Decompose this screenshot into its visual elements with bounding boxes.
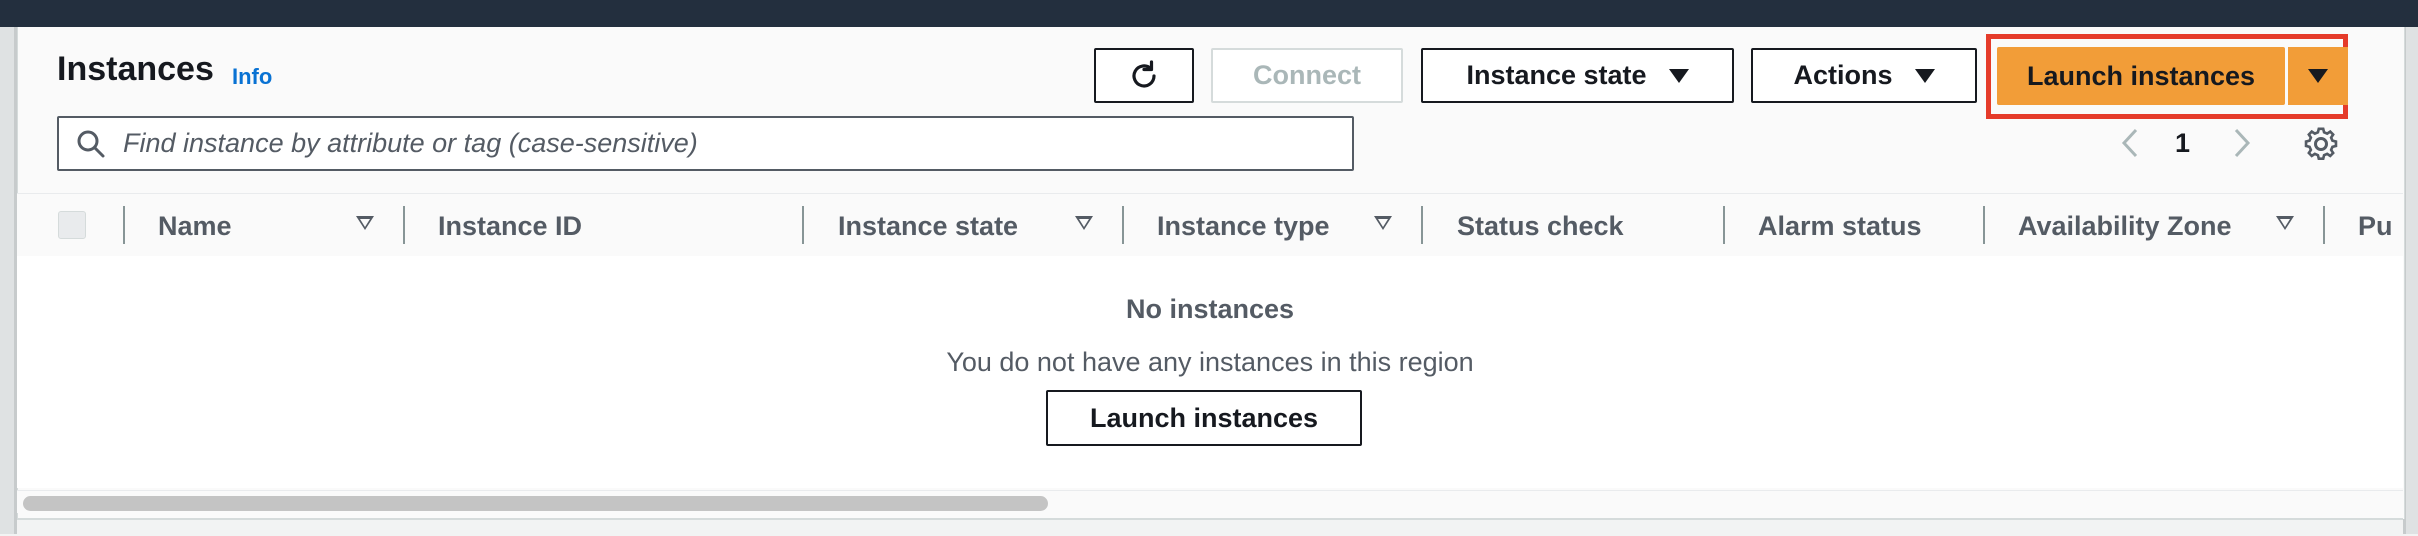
chevron-left-icon[interactable]: [2115, 126, 2145, 160]
column-separator[interactable]: [403, 206, 405, 244]
right-side-rail: [2403, 27, 2418, 534]
instance-state-label: Instance state: [1466, 60, 1647, 90]
column-separator[interactable]: [802, 206, 804, 244]
panel-bottom-edge: [17, 518, 2403, 536]
actions-label: Actions: [1793, 60, 1893, 90]
sort-down-icon[interactable]: [2276, 216, 2294, 230]
empty-launch-label: Launch instances: [1089, 402, 1319, 433]
horizontal-scroll-thumb[interactable]: [23, 496, 1048, 511]
sort-down-icon[interactable]: [1374, 216, 1392, 230]
column-separator[interactable]: [2323, 206, 2325, 244]
column-header-instance-state[interactable]: Instance state: [838, 211, 1018, 242]
column-header-availability-zone[interactable]: Availability Zone: [2018, 211, 2232, 242]
current-page-number[interactable]: 1: [2175, 128, 2190, 159]
instance-search[interactable]: [57, 116, 1354, 171]
console-top-bar: [0, 0, 2418, 27]
empty-launch-instances-button[interactable]: Launch instances: [1046, 390, 1362, 446]
actions-dropdown[interactable]: Actions: [1751, 48, 1977, 103]
table-header: Name Instance ID Instance state Instance…: [17, 193, 2403, 257]
column-header-name[interactable]: Name: [158, 211, 232, 242]
empty-state-subtitle: You do not have any instances in this re…: [946, 347, 1474, 377]
sort-down-icon[interactable]: [356, 216, 374, 230]
column-header-public[interactable]: Pu: [2358, 211, 2393, 242]
search-input[interactable]: [123, 118, 1323, 169]
column-header-alarm-status[interactable]: Alarm status: [1758, 211, 1922, 242]
caret-down-icon: [1668, 68, 1689, 83]
select-all-checkbox[interactable]: [58, 211, 86, 239]
connect-label: Connect: [1253, 60, 1361, 90]
gear-icon[interactable]: [2302, 125, 2340, 163]
launch-options-dropdown[interactable]: [2288, 47, 2348, 105]
column-separator[interactable]: [1723, 206, 1725, 244]
sort-down-icon[interactable]: [1075, 216, 1093, 230]
chevron-right-icon[interactable]: [2227, 126, 2257, 160]
info-link[interactable]: Info: [232, 64, 272, 90]
connect-button[interactable]: Connect: [1211, 48, 1403, 103]
column-separator[interactable]: [1983, 206, 1985, 244]
refresh-button[interactable]: [1094, 48, 1194, 103]
column-header-status-check[interactable]: Status check: [1457, 211, 1624, 242]
column-header-instance-type[interactable]: Instance type: [1157, 211, 1330, 242]
launch-instances-button[interactable]: Launch instances: [1997, 47, 2285, 105]
search-icon: [77, 130, 105, 158]
column-header-instance-id[interactable]: Instance ID: [438, 211, 582, 242]
column-separator: [123, 206, 125, 244]
instance-state-dropdown[interactable]: Instance state: [1421, 48, 1734, 103]
page-title: Instances: [57, 50, 214, 88]
refresh-icon: [1132, 59, 1156, 88]
column-separator[interactable]: [1421, 206, 1423, 244]
column-separator[interactable]: [1122, 206, 1124, 244]
left-side-rail: [0, 27, 17, 534]
empty-state: No instances You do not have any instanc…: [17, 256, 2403, 488]
caret-down-icon: [2308, 69, 2328, 83]
caret-down-icon: [1914, 68, 1935, 83]
empty-state-title: No instances: [1125, 294, 1295, 324]
